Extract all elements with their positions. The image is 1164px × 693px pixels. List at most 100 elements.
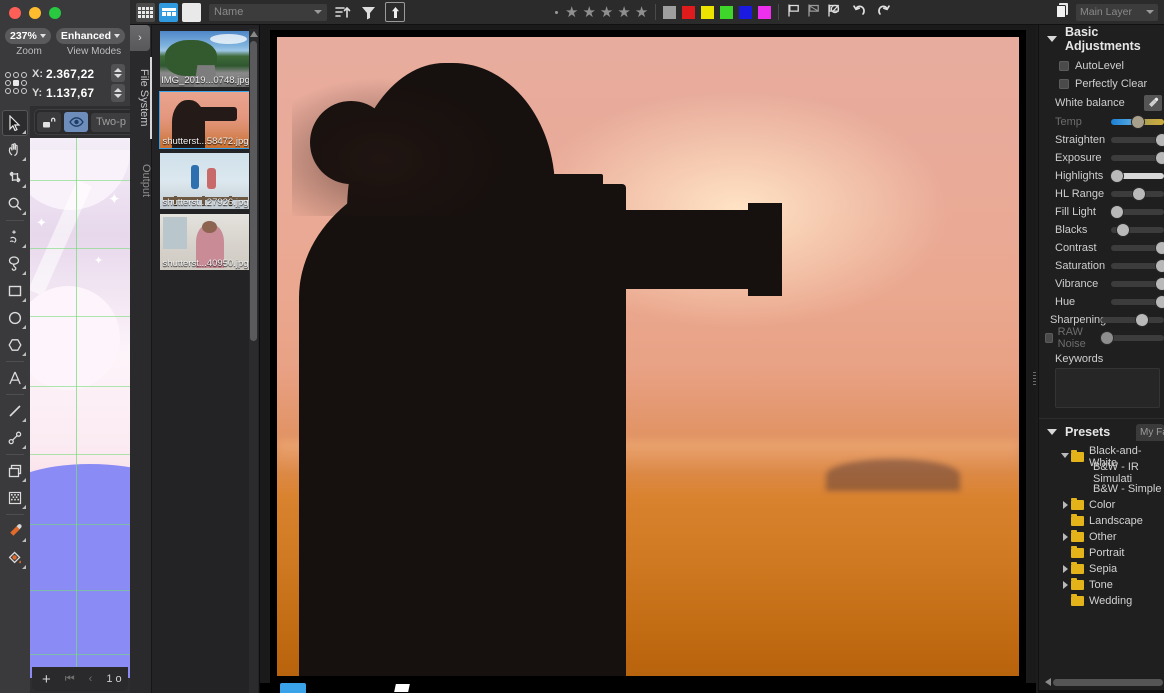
flag-pick-icon[interactable] [786,3,801,21]
raw-noise-group[interactable]: RAW Noise [1045,326,1101,350]
layer-select[interactable]: Main Layer [1076,3,1158,21]
tree-item-other[interactable]: Other [1039,529,1164,545]
tree-item-bw-simple[interactable]: B&W - Simple [1039,481,1164,497]
view-mode-select[interactable]: Enhanced [55,28,126,44]
bottom-toolbar-icon[interactable] [394,684,410,692]
prev-page-icon[interactable]: ‹ [89,673,93,685]
color-label-blue[interactable] [739,5,753,19]
rating-zero-dot-icon[interactable] [555,10,558,14]
chevron-right-icon[interactable] [1059,501,1071,509]
list-item[interactable]: IMG_2019...0748.jpg [159,31,252,87]
lasso-tool[interactable] [2,251,28,277]
close-button[interactable] [9,6,21,19]
slider-track-highlights[interactable] [1111,170,1164,182]
slider-track-fill-light[interactable] [1111,206,1164,218]
slider-knob-saturation[interactable] [1156,260,1164,272]
pattern-fill-tool[interactable] [2,485,28,511]
eyedropper-tool[interactable] [2,518,28,544]
scrollbar-thumb[interactable] [250,41,257,341]
star-icon[interactable]: ★ [600,5,613,20]
slider-row-vibrance[interactable]: Vibrance [1039,275,1164,293]
slider-track-raw-noise[interactable] [1101,332,1164,344]
slider-knob-highlights[interactable] [1111,170,1123,182]
slider-knob-hl-range[interactable] [1133,188,1146,200]
rating-stars[interactable]: ★ ★ ★ ★ ★ [555,5,648,20]
duplicate-layer-tool[interactable] [2,458,28,484]
minimize-button[interactable] [29,6,41,19]
slider-knob-raw-noise[interactable] [1101,332,1113,344]
tree-item-landscape[interactable]: Landscape [1039,513,1164,529]
scroll-up-icon[interactable] [250,31,258,37]
coordinate-y-stepper[interactable] [111,84,125,102]
document-canvas-preview[interactable]: ✦ ✦ ✦ [30,138,130,678]
color-label-magenta[interactable] [758,5,772,19]
lock-icon[interactable] [37,112,61,132]
basic-adjustments-header[interactable]: Basic Adjustments [1039,25,1164,53]
flag-unpick-icon[interactable] [806,3,821,21]
slider-row-hue[interactable]: Hue [1039,293,1164,311]
line-tool[interactable] [2,398,28,424]
slider-track-contrast[interactable] [1111,242,1164,254]
zoom-level-select[interactable]: 237% [5,28,51,44]
slider-row-temp[interactable]: Temp [1039,113,1164,131]
perfectly-clear-checkbox[interactable] [1059,79,1069,89]
list-item[interactable]: shutterst...40950.jpg [159,214,252,270]
slider-row-fill-light[interactable]: Fill Light [1039,203,1164,221]
slider-track-sharpening[interactable] [1101,314,1164,326]
slider-knob-fill-light[interactable] [1111,206,1123,218]
nine-point-anchor-icon[interactable] [5,72,27,94]
slider-track-exposure[interactable] [1111,152,1164,164]
star-icon[interactable]: ★ [617,5,630,20]
list-item[interactable]: shutterst...27926.jpg [159,153,252,209]
path-node-tool[interactable] [2,425,28,451]
star-icon[interactable]: ★ [582,5,595,20]
raw-noise-checkbox[interactable] [1045,333,1053,343]
slider-row-saturation[interactable]: Saturation [1039,257,1164,275]
ellipse-tool[interactable] [2,305,28,331]
color-label-red[interactable] [682,5,696,19]
photo-image[interactable] [277,37,1019,676]
presets-header[interactable]: Presets My Favo [1039,419,1164,445]
filmstrip-scrollbar[interactable] [249,29,258,693]
sidebar-tab-output[interactable]: Output [130,151,152,211]
chevron-down-icon[interactable] [1047,429,1057,435]
add-page-button[interactable]: + [42,671,51,688]
chevron-right-icon[interactable] [1059,581,1071,589]
chevron-right-icon[interactable] [1059,565,1071,573]
coordinate-x-stepper[interactable] [111,64,125,82]
autolevel-checkbox-row[interactable]: AutoLevel [1039,57,1164,75]
transform-tool[interactable] [2,164,28,190]
layers-icon[interactable] [1055,2,1071,22]
color-label-swatches[interactable] [663,5,772,19]
tree-item-wedding[interactable]: Wedding [1039,593,1164,609]
keywords-input[interactable] [1055,368,1160,408]
clone-stamp-tool[interactable] [2,224,28,250]
slider-track-vibrance[interactable] [1111,278,1164,290]
color-label-yellow[interactable] [701,5,715,19]
image-canvas[interactable] [260,25,1036,693]
slider-track-blacks[interactable] [1111,224,1164,236]
flag-buttons[interactable] [786,3,891,21]
star-icon[interactable]: ★ [635,5,648,20]
slider-track-saturation[interactable] [1111,260,1164,272]
hand-pan-tool[interactable] [2,137,28,163]
first-page-icon[interactable]: ⏮ [65,673,75,686]
sort-ascending-icon[interactable] [331,1,353,23]
coordinate-y-field[interactable]: Y: 1.137,67 [32,83,94,102]
list-item[interactable]: shutterst...58472.jpg [158,91,253,149]
chevron-down-icon[interactable] [1047,36,1057,42]
tree-item-sepia[interactable]: Sepia [1039,561,1164,577]
export-up-icon[interactable] [385,2,405,22]
slider-knob-contrast[interactable] [1156,242,1164,254]
sharpening-group[interactable]: Sharpening [1045,314,1106,326]
scroll-left-icon[interactable] [1045,678,1051,686]
tab-my-favorites[interactable]: My Favo [1136,423,1164,441]
redo-icon[interactable] [874,3,891,21]
slider-row-hl-range[interactable]: HL Range [1039,185,1164,203]
slider-row-highlights[interactable]: Highlights [1039,167,1164,185]
single-view-button[interactable] [182,2,201,22]
presets-horizontal-scrollbar[interactable] [1045,678,1163,687]
maximize-button[interactable] [49,6,61,19]
eye-icon[interactable] [64,112,88,132]
eyedropper-icon[interactable] [1144,95,1162,111]
